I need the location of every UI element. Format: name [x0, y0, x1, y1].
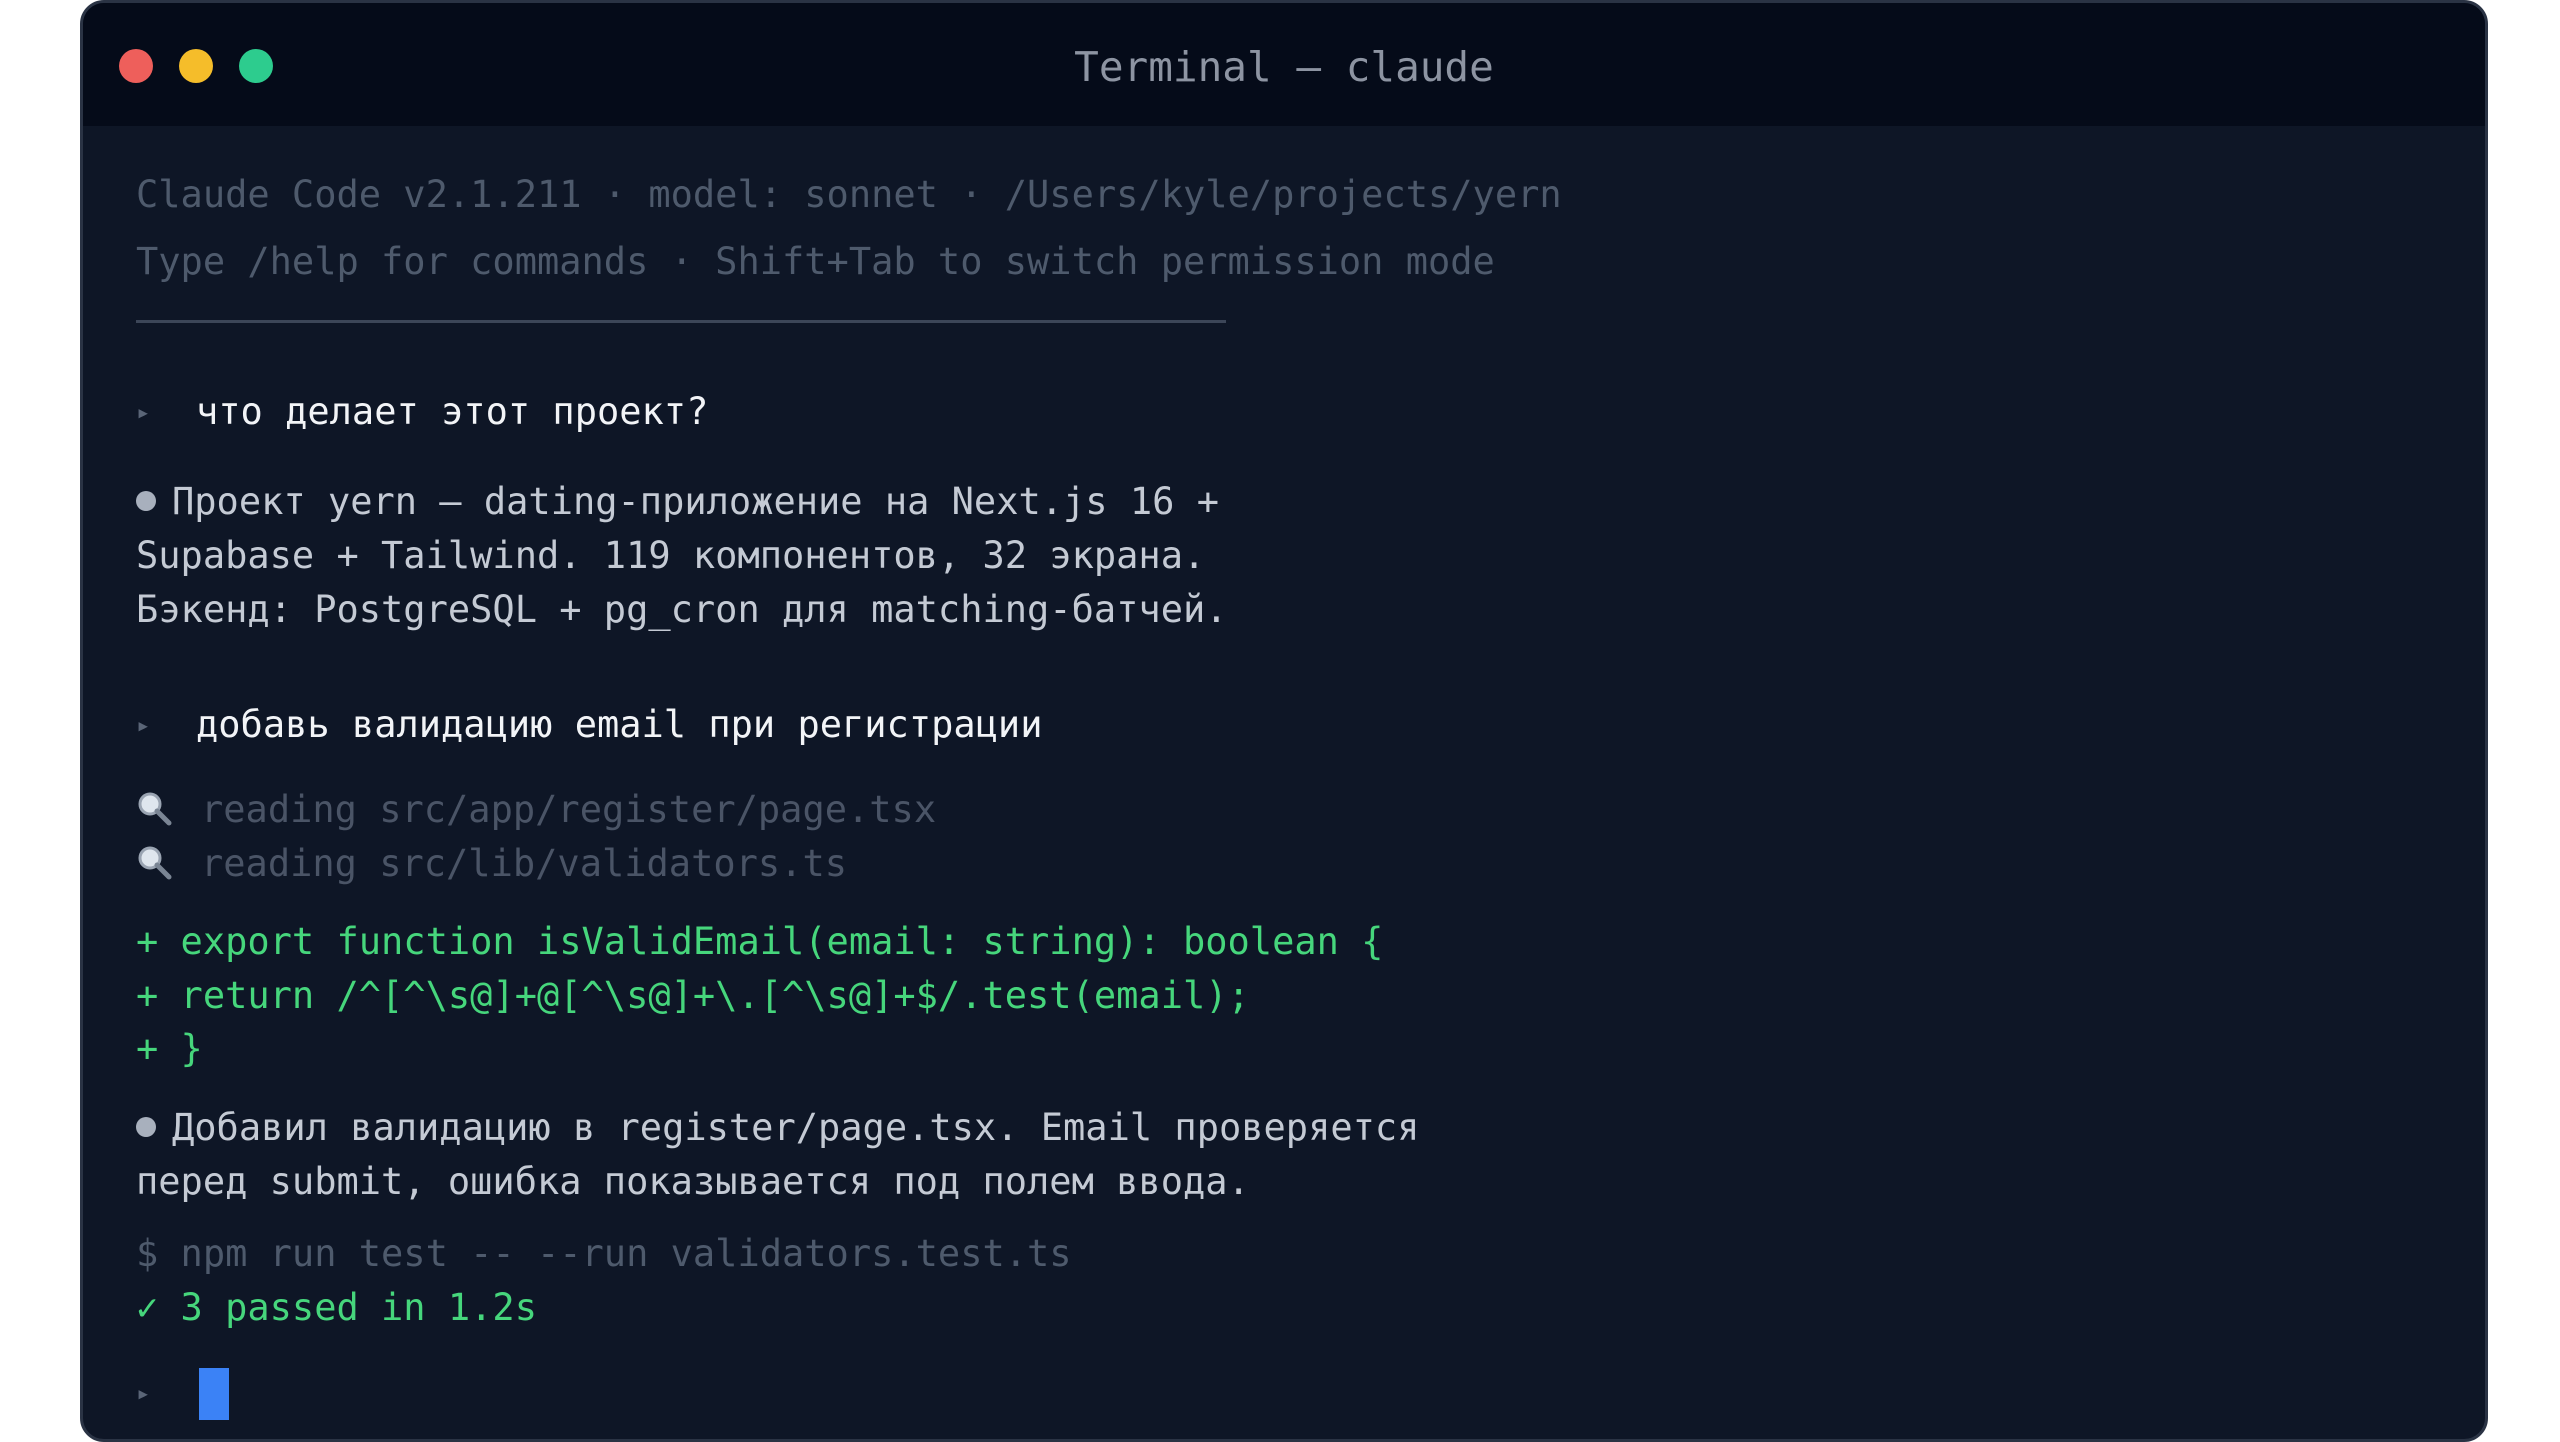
header-info: Claude Code v2.1.211 · model: sonnet · /… [136, 173, 1562, 216]
bullet-icon [136, 490, 156, 511]
diff-line: + } [136, 1027, 203, 1070]
input-cursor[interactable] [199, 1368, 229, 1420]
magnifier-icon [138, 792, 172, 826]
assistant-reply-text: Добавил валидацию в register/page.tsx. E… [172, 1106, 1420, 1149]
tool-call-text: reading src/lib/validators.ts [201, 842, 848, 885]
shell-command: $ npm run test -- --run validators.test.… [136, 1232, 1072, 1275]
terminal-content[interactable]: Claude Code v2.1.211 · model: sonnet · /… [136, 3, 2485, 1439]
prompt-marker-icon: ▸ [136, 711, 151, 739]
header-divider [136, 320, 1226, 323]
assistant-reply-line: перед submit, ошибка показывается под по… [136, 1160, 1250, 1203]
diff-line: + export function isValidEmail(email: st… [136, 920, 1384, 963]
header-help: Type /help for commands · Shift+Tab to s… [136, 240, 1495, 283]
magnifier-icon [138, 846, 172, 880]
terminal-window: Terminal — claude Claude Code v2.1.211 ·… [80, 0, 2488, 1442]
user-message: добавь валидацию email при регистрации [196, 703, 1043, 746]
assistant-reply-line: Добавил валидацию в register/page.tsx. E… [136, 1103, 1419, 1153]
bullet-icon [136, 1116, 156, 1137]
prompt-marker-icon: ▸ [136, 398, 151, 426]
assistant-reply-text: Проект yern — dating-приложение на Next.… [172, 480, 1219, 523]
user-message: что делает этот проект? [196, 390, 709, 433]
diff-line: + return /^[^\s@]+@[^\s@]+\.[^\s@]+$/.te… [136, 974, 1250, 1017]
prompt-marker-icon: ▸ [136, 1379, 151, 1407]
assistant-reply-line: Supabase + Tailwind. 119 компонентов, 32… [136, 534, 1206, 577]
assistant-reply-line: Бэкенд: PostgreSQL + pg_cron для matchin… [136, 588, 1228, 631]
test-result: ✓ 3 passed in 1.2s [136, 1286, 537, 1329]
tool-call-text: reading src/app/register/page.tsx [201, 788, 937, 831]
assistant-reply-line: Проект yern — dating-приложение на Next.… [136, 477, 1219, 527]
